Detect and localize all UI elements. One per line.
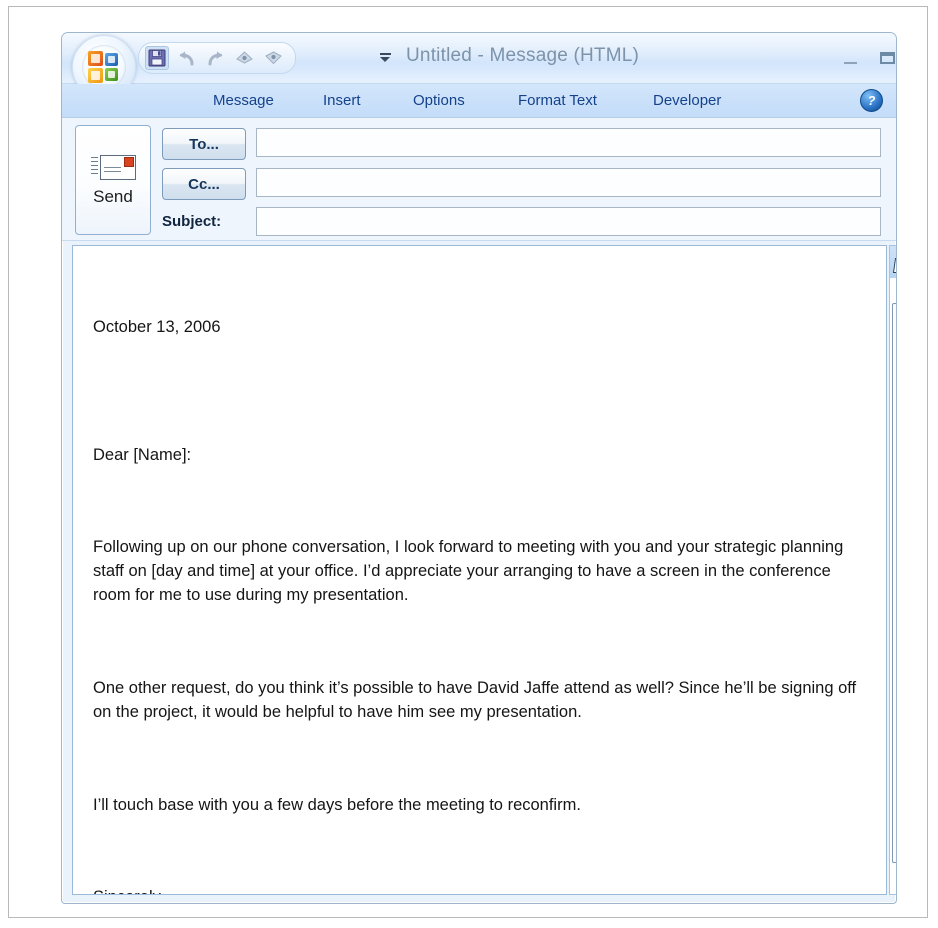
to-input[interactable] (256, 128, 881, 157)
envelope-lines (91, 157, 98, 177)
save-icon[interactable] (145, 46, 169, 70)
split-bar-icon (895, 251, 896, 255)
subject-input[interactable] (256, 207, 881, 236)
cc-input[interactable] (256, 168, 881, 197)
subject-label: Subject: (162, 213, 222, 230)
send-button-label: Send (93, 187, 133, 206)
envelope-body (100, 155, 136, 180)
dropdown-bar (379, 52, 391, 55)
window-title: Untitled - Message (HTML) (406, 45, 640, 66)
tab-format-text[interactable]: Format Text (512, 90, 603, 111)
maximize-icon (879, 52, 895, 64)
send-button[interactable]: Send (75, 125, 151, 235)
body-paragraph-3: I’ll touch base with you a few days befo… (93, 795, 581, 814)
page-frame: Untitled - Message (HTML) ✕ Message Inse… (8, 6, 928, 918)
tab-message[interactable]: Message (207, 90, 280, 111)
undo-icon[interactable] (174, 46, 198, 70)
to-button[interactable]: To... (162, 128, 246, 160)
body-salutation: Dear [Name]: (93, 445, 192, 464)
envelope-icon (91, 153, 136, 181)
message-body-text[interactable]: October 13, 2006 Dear [Name]: Following … (93, 268, 870, 894)
help-icon[interactable]: ? (860, 89, 883, 112)
previous-item-icon[interactable] (232, 46, 256, 70)
body-paragraph-2: One other request, do you think it’s pos… (93, 678, 861, 721)
split-envelope-icon (892, 257, 896, 273)
cc-button[interactable]: Cc... (162, 168, 246, 200)
minimize-icon (843, 61, 857, 64)
title-bar: Untitled - Message (HTML) ✕ (62, 33, 896, 99)
envelope-stamp (124, 157, 134, 167)
redo-icon[interactable] (203, 46, 227, 70)
quick-access-toolbar (138, 42, 296, 74)
office-logo-square-green (105, 68, 118, 81)
tab-developer[interactable]: Developer (647, 90, 727, 111)
scroll-up-button[interactable] (890, 278, 896, 300)
next-item-icon[interactable] (261, 46, 285, 70)
body-date: October 13, 2006 (93, 317, 221, 336)
ribbon-tab-strip: Message Insert Options Format Text Devel… (62, 84, 896, 118)
office-logo-icon (82, 45, 126, 89)
message-body-pane[interactable]: October 13, 2006 Dear [Name]: Following … (72, 245, 887, 895)
quick-access-dropdown-icon[interactable] (378, 51, 392, 63)
compose-header: Send To... Cc... Subject: (62, 118, 896, 241)
chevron-up-icon (895, 285, 896, 293)
outlook-compose-window: Untitled - Message (HTML) ✕ Message Inse… (61, 32, 897, 904)
split-pane-button[interactable] (890, 246, 896, 278)
tab-options[interactable]: Options (407, 90, 471, 111)
maximize-button[interactable] (874, 46, 896, 70)
office-logo-square-yellow (88, 68, 103, 83)
chevron-down-icon (380, 56, 390, 62)
tab-insert[interactable]: Insert (317, 90, 367, 111)
scrollbar-thumb[interactable] (892, 303, 896, 863)
office-logo-square-orange (88, 51, 103, 66)
body-paragraph-1: Following up on our phone conversation, … (93, 538, 848, 605)
scrollbar-track[interactable] (890, 300, 896, 872)
scroll-down-button[interactable] (890, 872, 896, 894)
chevron-down-icon (895, 879, 896, 887)
office-logo-square-blue (105, 53, 118, 66)
vertical-scrollbar[interactable] (889, 245, 896, 895)
minimize-button[interactable] (837, 46, 863, 70)
body-closing: Sincerely, (93, 886, 870, 894)
